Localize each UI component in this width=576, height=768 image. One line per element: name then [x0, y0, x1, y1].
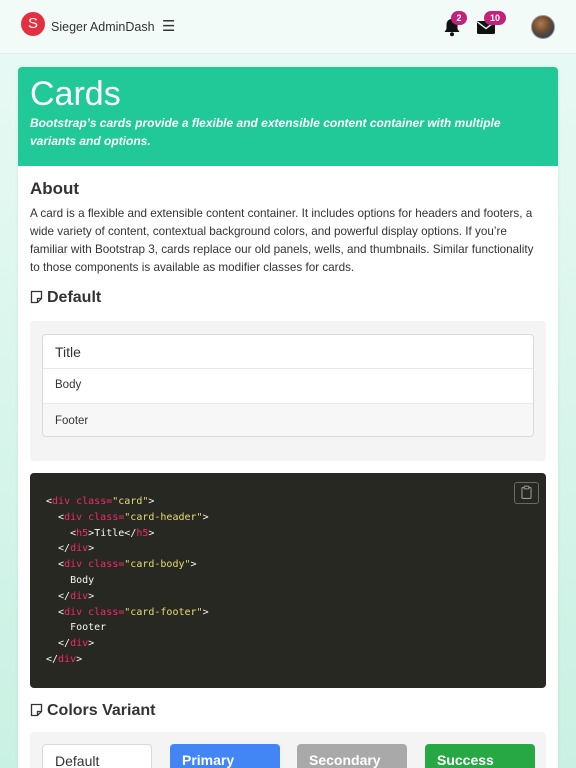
default-heading: Default [30, 289, 101, 307]
example-card: Title Body Footer [42, 334, 534, 437]
variant-card-success: Success [425, 744, 535, 768]
code-line: </div> [46, 590, 95, 602]
messages-badge: 10 [484, 11, 506, 25]
example-card-header: Title [55, 344, 81, 360]
code-line: Body [46, 574, 95, 586]
variant-card-default: Default [42, 744, 152, 768]
colors-variant-heading: Colors Variant [30, 702, 155, 720]
default-card-demo: Title Body Footer [30, 321, 546, 461]
code-line: <div class="card-footer"> [46, 606, 209, 618]
example-card-footer: Footer [43, 403, 533, 436]
hamburger-icon[interactable]: ☰ [162, 17, 175, 35]
page-subtitle: Bootstrap’s cards provide a flexible and… [30, 116, 501, 148]
code-line: </div> [46, 543, 95, 555]
brand-logo[interactable]: S [21, 12, 45, 36]
code-line: <div class="card"> [46, 496, 155, 507]
top-navbar: S Sieger AdminDash ☰ 2 10 [0, 0, 576, 54]
clipboard-icon[interactable] [514, 482, 539, 504]
sticky-note-icon [30, 703, 43, 717]
user-avatar[interactable] [531, 15, 555, 39]
about-heading: About [30, 179, 80, 198]
about-text: A card is a flexible and extensible cont… [30, 207, 534, 274]
code-line: <h5>Title</h5> [46, 527, 155, 539]
code-block: <div class="card"> <div class="card-head… [46, 494, 209, 668]
sticky-note-icon [30, 290, 43, 304]
colors-variant-heading-text: Colors Variant [47, 702, 156, 719]
brand-name[interactable]: Sieger AdminDash [51, 20, 155, 34]
default-heading-text: Default [47, 289, 102, 306]
code-line: <div class="card-body"> [46, 559, 197, 571]
variant-card-primary: Primary [170, 744, 280, 768]
code-line: <div class="card-header"> [46, 511, 209, 523]
header-divider [43, 368, 533, 369]
code-line: </div> [46, 653, 83, 665]
color-variants-demo: Default Primary Secondary Success [30, 732, 546, 768]
code-snippet: <div class="card"> <div class="card-head… [30, 473, 546, 688]
code-line: Footer [46, 622, 107, 634]
page-header: Cards Bootstrap’s cards provide a flexib… [18, 67, 558, 166]
variant-card-secondary: Secondary [297, 744, 407, 768]
example-card-body: Body [55, 379, 82, 391]
code-line: </div> [46, 638, 95, 650]
cards-page-card: Cards Bootstrap’s cards provide a flexib… [18, 67, 558, 768]
example-card-footer-text: Footer [55, 415, 89, 427]
page-title: Cards [30, 75, 121, 113]
notifications-badge: 2 [451, 11, 467, 25]
